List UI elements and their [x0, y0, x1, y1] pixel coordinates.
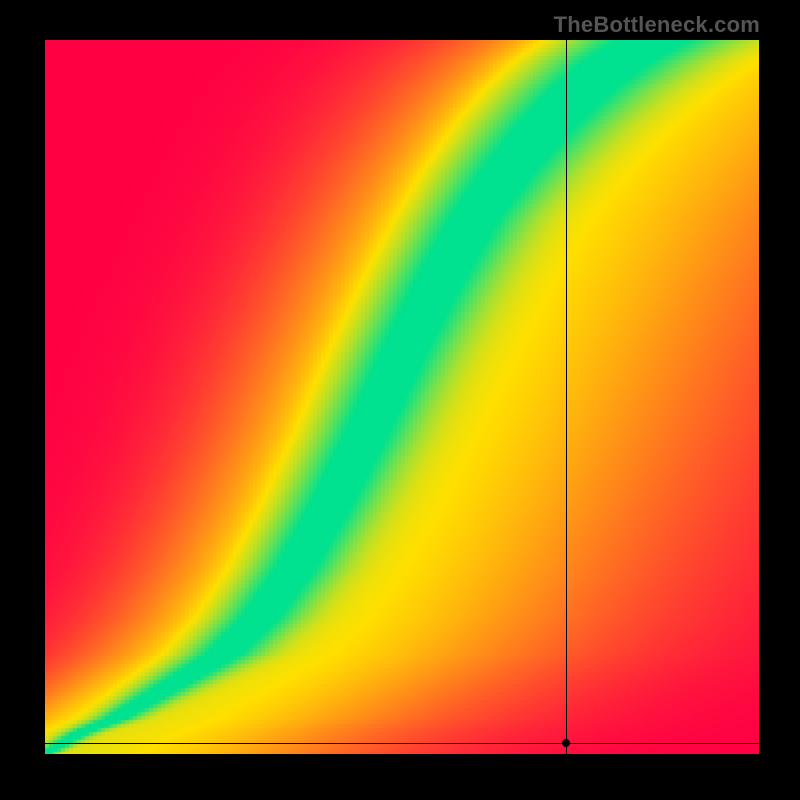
crosshair-marker-dot — [562, 739, 570, 747]
chart-root: TheBottleneck.com — [0, 0, 800, 800]
crosshair-vertical — [566, 40, 567, 774]
bottleneck-heatmap — [45, 40, 759, 754]
crosshair-horizontal — [45, 743, 779, 744]
watermark-text: TheBottleneck.com — [554, 12, 760, 38]
